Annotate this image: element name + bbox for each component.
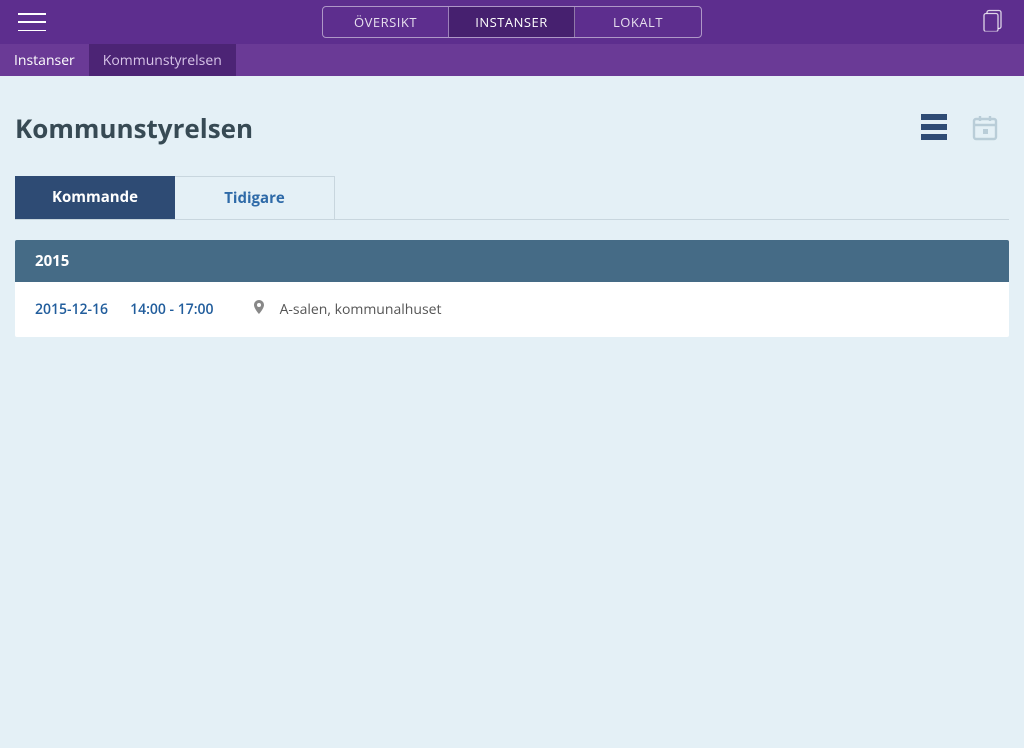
breadcrumb-current[interactable]: Kommunstyrelsen (89, 44, 236, 76)
breadcrumb-current-label: Kommunstyrelsen (103, 51, 222, 70)
breadcrumb: Instanser Kommunstyrelsen (0, 44, 1024, 76)
segment-instanser[interactable]: INSTANSER (449, 7, 575, 37)
event-location: A-salen, kommunalhuset (280, 300, 442, 319)
tab-upcoming[interactable]: Kommande (15, 176, 175, 219)
breadcrumb-root[interactable]: Instanser (0, 44, 89, 76)
segment-oversikt[interactable]: ÖVERSIKT (323, 7, 449, 37)
event-date: 2015-12-16 (35, 300, 108, 319)
tab-past-label: Tidigare (224, 188, 285, 208)
segment-label: INSTANSER (475, 13, 548, 31)
event-location-wrap: A-salen, kommunalhuset (254, 300, 442, 319)
view-switch (921, 114, 999, 142)
top-app-bar: ÖVERSIKT INSTANSER LOKALT (0, 0, 1024, 44)
year-header: 2015 (15, 240, 1009, 282)
segment-label: LOKALT (613, 13, 663, 31)
tab-upcoming-label: Kommande (52, 187, 138, 207)
event-row[interactable]: 2015-12-16 14:00 - 17:00 A-salen, kommun… (15, 282, 1009, 337)
page-header-row: Kommunstyrelsen (15, 110, 1009, 146)
location-pin-icon (254, 300, 264, 319)
segment-lokalt[interactable]: LOKALT (575, 7, 701, 37)
clipboard-icon[interactable] (982, 8, 1004, 37)
content-tabs: Kommande Tidigare (15, 176, 1009, 220)
calendar-view-icon[interactable] (971, 114, 999, 142)
main-content: Kommunstyrelsen Kommande Tidigare (0, 76, 1024, 352)
tab-past[interactable]: Tidigare (175, 176, 335, 219)
list-view-icon[interactable] (921, 114, 947, 142)
event-time: 14:00 - 17:00 (130, 300, 214, 319)
menu-icon[interactable] (18, 13, 46, 31)
segment-label: ÖVERSIKT (354, 13, 417, 31)
page-title: Kommunstyrelsen (15, 110, 253, 146)
breadcrumb-root-label: Instanser (14, 51, 75, 70)
top-segmented-control: ÖVERSIKT INSTANSER LOKALT (322, 6, 702, 38)
